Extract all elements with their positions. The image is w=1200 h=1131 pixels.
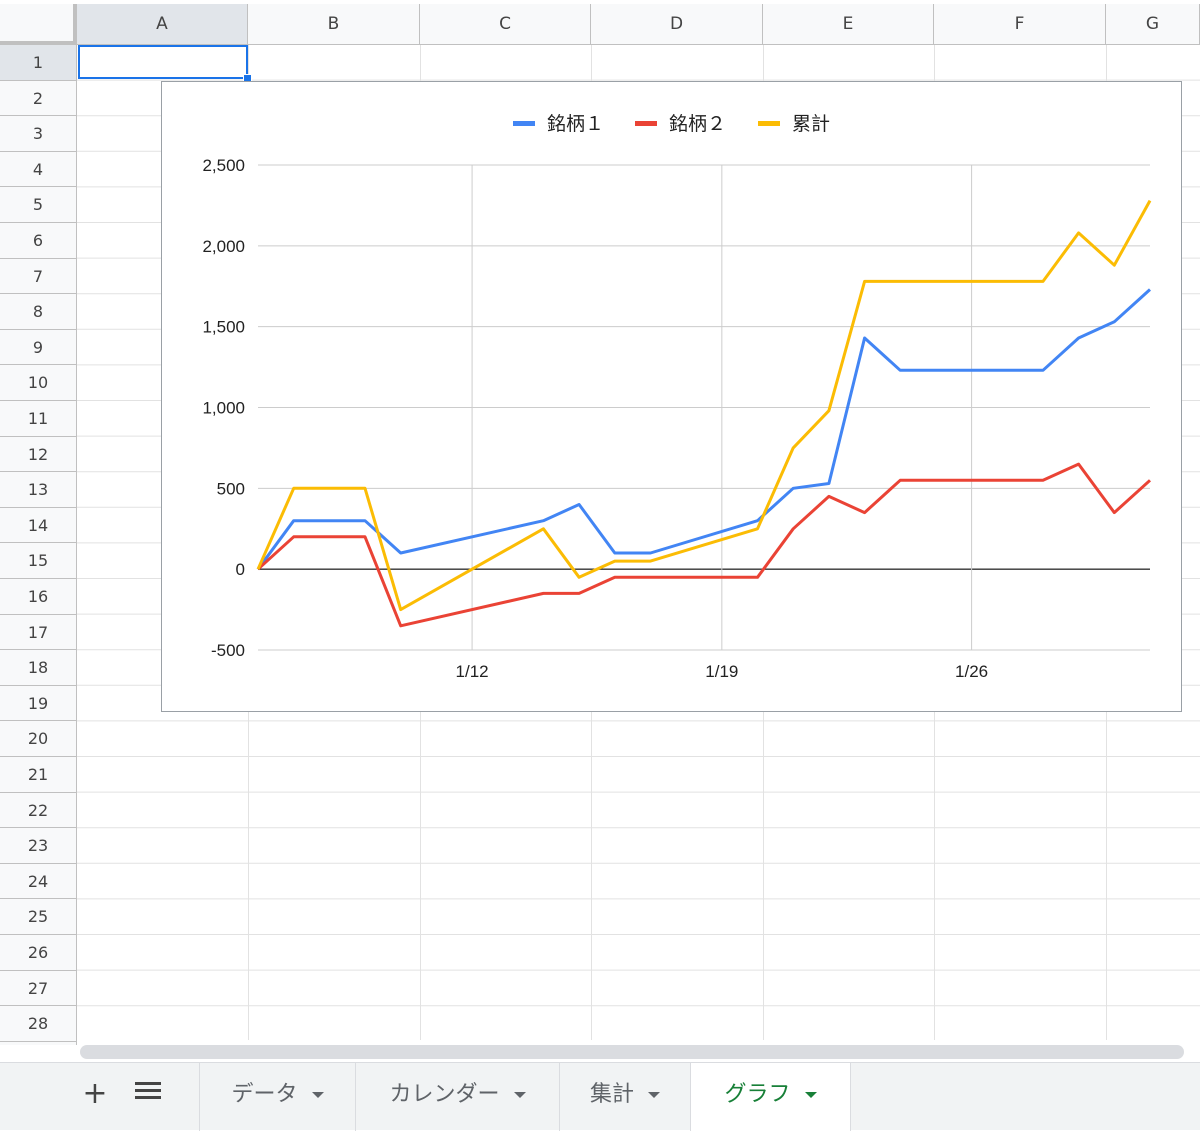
series-line-1: [256, 288, 1152, 571]
legend-swatch-1: [513, 121, 535, 126]
column-header-d[interactable]: D: [591, 4, 763, 44]
y-tick-label: 1,500: [202, 318, 245, 337]
row-header-6[interactable]: 6: [0, 223, 76, 259]
row-header-14[interactable]: 14: [0, 508, 76, 544]
dropdown-arrow-icon[interactable]: [311, 1092, 324, 1098]
sheet-tab-2[interactable]: カレンダー: [356, 1063, 560, 1131]
row-header-4[interactable]: 4: [0, 152, 76, 188]
all-sheets-menu-icon[interactable]: [135, 1082, 161, 1108]
selected-cell-a1[interactable]: [78, 45, 248, 79]
select-all-corner[interactable]: [0, 4, 77, 45]
row-header-23[interactable]: 23: [0, 828, 76, 864]
row-header-27[interactable]: 27: [0, 971, 76, 1007]
row-header-24[interactable]: 24: [0, 864, 76, 900]
row-header-8[interactable]: 8: [0, 294, 76, 330]
sheet-tab-1[interactable]: データ: [199, 1063, 356, 1131]
column-header-c[interactable]: C: [420, 4, 591, 44]
column-header-b[interactable]: B: [248, 4, 420, 44]
legend-label-2: 銘柄２: [669, 113, 726, 135]
row-header-2[interactable]: 2: [0, 81, 76, 117]
legend-label-1: 銘柄１: [547, 113, 604, 135]
x-tick-label: 1/19: [705, 662, 738, 681]
row-header-9[interactable]: 9: [0, 330, 76, 366]
row-header-12[interactable]: 12: [0, 437, 76, 473]
sheet-tab-4[interactable]: グラフ: [691, 1063, 851, 1131]
column-header-a[interactable]: A: [77, 4, 248, 44]
row-header-17[interactable]: 17: [0, 615, 76, 651]
legend-label-3: 累計: [792, 113, 830, 135]
dropdown-arrow-icon[interactable]: [513, 1092, 526, 1098]
row-header-22[interactable]: 22: [0, 793, 76, 829]
chart-svg: 2,500 2,000 1,500 1,000 500 0 -500 1/12 1/19 1/26…: [202, 113, 1152, 681]
sheet-tab-label: グラフ: [724, 1082, 791, 1107]
add-sheet-button[interactable]: +: [82, 1079, 108, 1110]
horizontal-scrollbar-thumb[interactable]: [80, 1045, 1184, 1059]
series-line-3: [256, 199, 1152, 612]
y-tick-label: 1,000: [202, 399, 245, 418]
dropdown-arrow-icon[interactable]: [804, 1092, 817, 1098]
row-header-18[interactable]: 18: [0, 650, 76, 686]
row-header-1[interactable]: 1: [0, 45, 76, 81]
legend-swatch-3: [758, 121, 780, 126]
row-header-16[interactable]: 16: [0, 579, 76, 615]
row-header-11[interactable]: 11: [0, 401, 76, 437]
x-tick-label: 1/12: [456, 662, 489, 681]
y-tick-label: 2,500: [202, 156, 245, 175]
row-header-7[interactable]: 7: [0, 259, 76, 295]
row-header-20[interactable]: 20: [0, 721, 76, 757]
row-header-13[interactable]: 13: [0, 472, 76, 508]
row-header-19[interactable]: 19: [0, 686, 76, 722]
x-tick-label: 1/26: [955, 662, 988, 681]
sheet-tab-label: カレンダー: [389, 1082, 500, 1107]
column-header-f[interactable]: F: [934, 4, 1106, 44]
row-header-28[interactable]: 28: [0, 1006, 76, 1042]
dropdown-arrow-icon[interactable]: [648, 1092, 660, 1098]
sheet-tab-label: 集計: [589, 1082, 634, 1107]
column-header-bar: ABCDEFG: [77, 4, 1200, 45]
row-header-21[interactable]: 21: [0, 757, 76, 793]
row-header-3[interactable]: 3: [0, 116, 76, 152]
line-chart[interactable]: 2,500 2,000 1,500 1,000 500 0 -500 1/12 1/19 1/26…: [161, 81, 1182, 712]
row-header-15[interactable]: 15: [0, 543, 76, 579]
sheet-tab-bar: データ カレンダー 集計 グラフ: [0, 1062, 1200, 1131]
column-header-e[interactable]: E: [763, 4, 934, 44]
row-header-10[interactable]: 10: [0, 365, 76, 401]
sheet-tab-3[interactable]: 集計: [560, 1063, 691, 1131]
sheet-tab-label: データ: [231, 1082, 298, 1107]
y-tick-label: 2,000: [202, 237, 245, 256]
row-header-25[interactable]: 25: [0, 899, 76, 935]
row-header-bar: 1 2 3 4 5 6 7 8 9 10 11 12 13 14 15 16 17 18 19 20 21 22 23 24 2…: [0, 45, 77, 1045]
y-tick-label: -500: [211, 641, 245, 660]
column-header-g[interactable]: G: [1106, 4, 1200, 44]
row-header-26[interactable]: 26: [0, 935, 76, 971]
row-header-5[interactable]: 5: [0, 187, 76, 223]
y-tick-label: 500: [217, 479, 245, 498]
y-tick-label: 0: [236, 560, 245, 579]
legend-swatch-2: [635, 121, 657, 126]
